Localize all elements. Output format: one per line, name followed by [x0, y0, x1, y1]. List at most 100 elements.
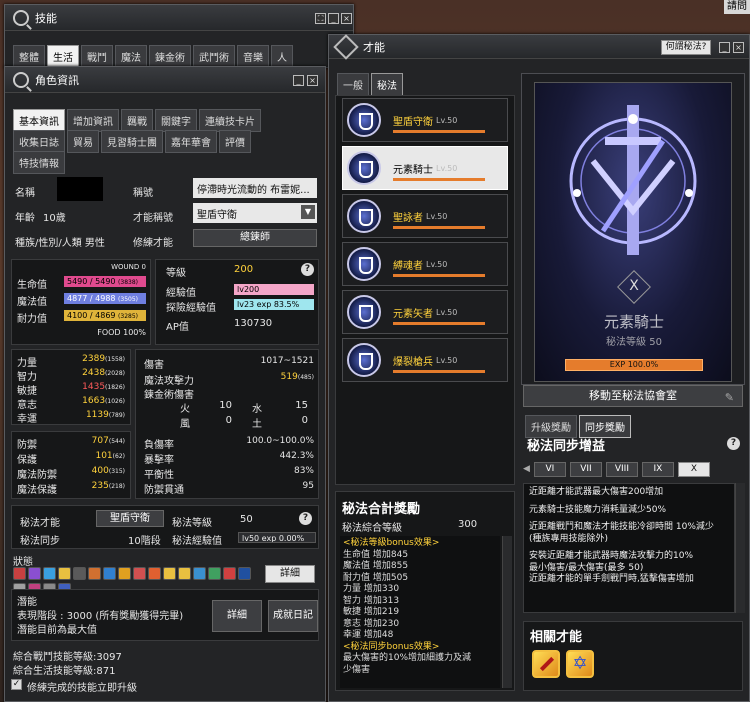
- talent-item[interactable]: 聖盾守衛 Lv.50: [342, 98, 508, 142]
- minimize-button[interactable]: _: [328, 13, 339, 24]
- defense-label: 保護: [17, 455, 37, 466]
- talent-title-select[interactable]: 聖盾守衛 ▼: [193, 203, 317, 223]
- alch-label: 鍊金術傷害: [144, 390, 194, 401]
- talent-card: X 元素騎士 秘法等級 50 EXP 100.0%: [534, 82, 732, 382]
- reward-line: 幸運 增加48: [343, 630, 394, 640]
- skill-tab[interactable]: 鍊金術: [149, 45, 191, 68]
- minimize-button[interactable]: _: [719, 42, 730, 53]
- char-tab[interactable]: 特技情報: [13, 151, 65, 174]
- chevron-down-icon[interactable]: ▼: [301, 205, 315, 219]
- reward-line: <秘法等級bonus效果>: [343, 538, 440, 548]
- talent-list-panel: 聖盾守衛 Lv.50 元素騎士 Lv.50 聖詠者 Lv.50 縛魂者 Lv.50 元素矢者 Lv…: [335, 95, 515, 485]
- talent-item[interactable]: 爆裂槍兵 Lv.50: [342, 338, 508, 382]
- character-titlebar[interactable]: 角色資訊: [5, 67, 325, 93]
- sp-bar: 4100 / 4869 (3285): [64, 310, 146, 321]
- skill-tab[interactable]: 人: [271, 45, 293, 68]
- status-effect-icon: [223, 567, 236, 580]
- sync-line: 近距離才能武器最大傷害200增加: [529, 487, 664, 497]
- sync-stage-button[interactable]: VIII: [605, 461, 638, 477]
- reward-line: 敏捷 增加219: [343, 607, 400, 617]
- skills-window: 技能 ⛶ _ × 整體 生活 戰鬥 魔法 鍊金術 武鬥術 音樂人: [4, 4, 354, 68]
- char-tab[interactable]: 羈戰: [121, 109, 153, 132]
- char-tab[interactable]: 基本資訊: [13, 109, 65, 132]
- auto-upgrade-checkbox[interactable]: ✓: [11, 679, 22, 690]
- close-button[interactable]: ×: [307, 75, 318, 86]
- help-arcane-button[interactable]: 何謂秘法?: [661, 40, 711, 55]
- defense-extra: (315): [108, 468, 125, 475]
- sync-stage-button[interactable]: VII: [569, 461, 602, 477]
- train-button[interactable]: 總鍊師: [193, 229, 317, 247]
- related-talent-sword-icon[interactable]: [532, 650, 560, 678]
- resize-button[interactable]: ⛶: [315, 13, 326, 24]
- mp-value: 4877 / 4988: [67, 294, 116, 303]
- wound-value: WOUND 0: [111, 263, 146, 271]
- char-tab[interactable]: 連續技卡片: [199, 109, 261, 132]
- title-field[interactable]: 停滯時光流動的 布雷妮...: [193, 178, 317, 198]
- close-button[interactable]: ×: [733, 42, 744, 53]
- skill-tab[interactable]: 魔法: [115, 45, 147, 68]
- char-tab[interactable]: 收集日誌: [13, 130, 65, 153]
- defense-value: 400: [91, 466, 109, 476]
- card-name: 元素騎士: [603, 313, 664, 331]
- sync-stage-button[interactable]: IX: [641, 461, 674, 477]
- skill-tab[interactable]: 戰鬥: [81, 45, 113, 68]
- reward-line: 力量 增加330: [343, 584, 400, 594]
- talent-tab[interactable]: 秘法: [371, 73, 403, 96]
- skill-tab[interactable]: 音樂: [237, 45, 269, 68]
- reward-line: <秘法同步bonus效果>: [343, 641, 440, 652]
- char-tab[interactable]: 見習騎士團: [101, 130, 163, 153]
- achievement-button[interactable]: 成就日記: [268, 600, 318, 632]
- close-button[interactable]: ×: [341, 13, 352, 24]
- arcane-sync-label: 秘法同步: [20, 536, 60, 547]
- level-value: 200: [234, 264, 254, 275]
- talent-item[interactable]: 元素矢者 Lv.50: [342, 290, 508, 334]
- skill-tab[interactable]: 生活: [47, 45, 79, 68]
- name-label: 名稱: [15, 188, 35, 199]
- status-detail-button[interactable]: 詳細: [265, 565, 315, 583]
- help-icon[interactable]: ?: [299, 512, 312, 525]
- talent-emblem-icon: [347, 151, 381, 185]
- defense-extra: (62): [112, 453, 125, 460]
- skill-tab[interactable]: 整體: [13, 45, 45, 68]
- combat-panel: 傷害 1017~1521 魔法攻擊力 519(485) 鍊金術傷害 火 10 水 15…: [135, 349, 319, 499]
- talent-exp-bar: [393, 274, 485, 277]
- reward-scrollbar[interactable]: [502, 536, 512, 688]
- chevron-left-icon[interactable]: ◀: [523, 464, 530, 474]
- defense-row: 魔法防禦 400(315): [17, 466, 125, 481]
- talent-item[interactable]: 聖詠者 Lv.50: [342, 194, 508, 238]
- stat-label: 敏捷: [17, 386, 37, 397]
- sync-scrollbar[interactable]: [735, 483, 745, 613]
- talent-name: 爆裂槍兵: [393, 356, 433, 368]
- potential-detail-button[interactable]: 詳細: [212, 600, 262, 632]
- element-a: 風: [180, 419, 190, 430]
- balance-label: 平衡性: [144, 470, 174, 481]
- help-icon[interactable]: ?: [301, 263, 314, 276]
- sync-stage-button[interactable]: VI: [533, 461, 566, 477]
- defense-value-wrap: 235(218): [92, 481, 125, 496]
- status-effect-icon: [133, 567, 146, 580]
- related-panel: 相關才能 ✡: [523, 621, 743, 691]
- char-tab[interactable]: 增加資訊: [67, 109, 119, 132]
- minimize-button[interactable]: _: [293, 75, 304, 86]
- sync-stage-button[interactable]: X: [677, 461, 710, 477]
- arcane-talent-button[interactable]: 聖盾守衛: [96, 510, 164, 527]
- char-tab[interactable]: 嘉年華會: [165, 130, 217, 153]
- help-icon[interactable]: ?: [727, 437, 740, 450]
- arcane-label: 秘法才能: [20, 518, 60, 529]
- talent-item[interactable]: 縛魂者 Lv.50: [342, 242, 508, 286]
- talent-emblem-icon: [347, 247, 381, 281]
- status-effect-icon: [163, 567, 176, 580]
- talent-tab[interactable]: 一般: [337, 73, 369, 96]
- skill-tab[interactable]: 武鬥術: [193, 45, 235, 68]
- char-tab[interactable]: 評價: [219, 130, 251, 153]
- auto-upgrade-label: 修練完成的技能立即升級: [27, 683, 137, 694]
- status-effect-icon: [118, 567, 131, 580]
- food-value: FOOD 100%: [97, 328, 146, 337]
- talent-item[interactable]: 元素騎士 Lv.50: [342, 146, 508, 190]
- move-association-button[interactable]: 移動至秘法協會室 ✎: [523, 385, 743, 407]
- skills-titlebar[interactable]: 技能: [5, 5, 353, 31]
- related-talent-star-icon[interactable]: ✡: [566, 650, 594, 678]
- char-tab[interactable]: 關鍵字: [155, 109, 197, 132]
- feather-icon: ✎: [724, 391, 734, 404]
- char-tab[interactable]: 貿易: [67, 130, 99, 153]
